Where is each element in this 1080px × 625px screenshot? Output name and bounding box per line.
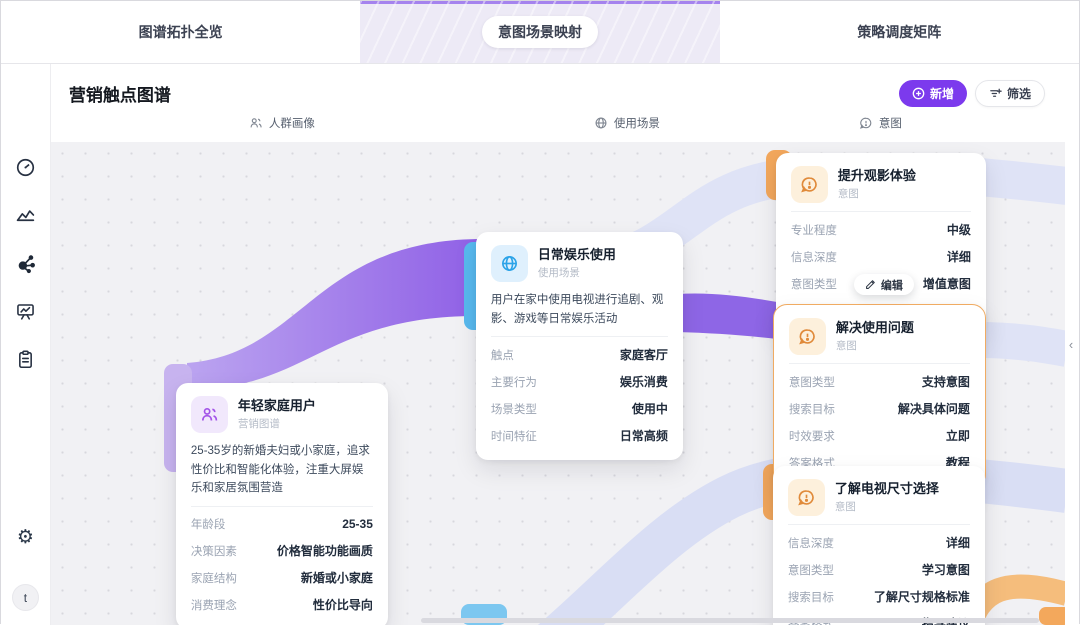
card-subtitle: 意图 <box>838 186 916 201</box>
field-row: 年龄段25-35 <box>191 511 373 537</box>
field-row: 时间特征日常高频 <box>491 422 668 449</box>
horizontal-scrollbar[interactable] <box>421 618 1039 623</box>
page-title: 营销触点图谱 <box>69 81 171 106</box>
card-title: 提升观影体验 <box>838 168 916 184</box>
field-row: 消费理念性价比导向 <box>191 591 373 618</box>
field-row: 触点家庭客厅 <box>491 341 668 368</box>
graph-canvas[interactable]: 年轻家庭用户 营销图谱 25-35岁的新婚夫妇或小家庭，追求性价比和智能化体验，… <box>51 142 1065 625</box>
main-panel: 营销触点图谱 新增 筛选 人群画像 <box>51 64 1063 625</box>
right-gutter: ‹ <box>1063 64 1079 625</box>
field-row: 信息深度详细 <box>788 529 970 556</box>
tab-intent-scene-mapping[interactable]: 意图场景映射 <box>360 1 719 63</box>
field-row: 搜索目标了解尺寸规格标准 <box>788 583 970 610</box>
filter-icon <box>989 87 1002 100</box>
users-icon <box>249 116 263 130</box>
edit-button[interactable]: 编辑 <box>854 274 914 295</box>
plus-circle-icon <box>912 87 925 100</box>
clipboard-icon[interactable] <box>8 342 42 376</box>
tab-label: 图谱拓扑全览 <box>139 22 223 42</box>
field-row: 家庭结构新婚或小家庭 <box>191 564 373 591</box>
globe-icon <box>594 116 608 130</box>
field-row: 意图类型支持意图 <box>789 368 970 395</box>
collapse-panel-arrow-icon[interactable]: ‹ <box>1067 332 1075 357</box>
gauge-icon[interactable] <box>8 150 42 184</box>
bottom-right-node-tab <box>1039 607 1065 625</box>
field-row: 时效要求立即 <box>789 422 970 449</box>
chat-bubble-icon <box>791 166 828 203</box>
left-sidebar: ⚙ t <box>1 64 51 625</box>
avatar[interactable]: t <box>12 584 39 611</box>
users-icon <box>191 396 228 433</box>
column-intent: 意图 <box>859 115 902 131</box>
card-title: 解决使用问题 <box>836 320 914 336</box>
column-scenario: 使用场景 <box>594 115 660 131</box>
field-row: 搜索目标解决具体问题 <box>789 395 970 422</box>
card-title: 了解电视尺寸选择 <box>835 481 939 497</box>
trend-chart-icon[interactable] <box>8 198 42 232</box>
network-graph-icon[interactable] <box>8 246 42 280</box>
field-row: 主要行为娱乐消费 <box>491 368 668 395</box>
tab-strategy-matrix[interactable]: 策略调度矩阵 <box>720 1 1079 63</box>
column-headers: 人群画像 使用场景 意图 <box>51 111 1063 141</box>
gear-icon[interactable]: ⚙ <box>8 520 42 554</box>
presentation-chart-icon[interactable] <box>8 294 42 328</box>
card-subtitle: 意图 <box>835 499 939 514</box>
tab-label: 意图场景映射 <box>482 16 598 48</box>
card-intent-size[interactable]: 了解电视尺寸选择 意图 信息深度详细 意图类型学习意图 搜索目标了解尺寸规格标准… <box>773 466 985 625</box>
field-row: 专业程度中级 <box>791 216 971 243</box>
card-subtitle: 意图 <box>836 338 914 353</box>
card-title: 日常娱乐使用 <box>538 247 616 263</box>
card-title: 年轻家庭用户 <box>238 398 316 414</box>
card-scenario[interactable]: 日常娱乐使用 使用场景 用户在家中使用电视进行追剧、观影、游戏等日常娱乐活动 触… <box>476 232 683 460</box>
edit-pencil-icon <box>865 279 876 290</box>
card-description: 25-35岁的新婚夫妇或小家庭，追求性价比和智能化体验，注重大屏娱乐和家居氛围营… <box>191 442 373 498</box>
app-window: 图谱拓扑全览 意图场景映射 策略调度矩阵 <box>0 0 1080 624</box>
card-subtitle: 使用场景 <box>538 265 616 280</box>
column-persona: 人群画像 <box>249 115 315 131</box>
field-row: 决策因素价格智能功能画质 <box>191 537 373 564</box>
add-button[interactable]: 新增 <box>899 80 967 107</box>
field-row: 场景类型使用中 <box>491 395 668 422</box>
top-tab-bar: 图谱拓扑全览 意图场景映射 策略调度矩阵 <box>1 1 1079 64</box>
chat-bubble-icon <box>788 479 825 516</box>
field-row: 信息深度详细 <box>791 243 971 270</box>
chat-bubble-icon <box>859 116 873 130</box>
tab-graph-topology[interactable]: 图谱拓扑全览 <box>1 1 360 63</box>
card-subtitle: 营销图谱 <box>238 416 316 431</box>
globe-icon <box>491 245 528 282</box>
card-description: 用户在家中使用电视进行追剧、观影、游戏等日常娱乐活动 <box>491 291 668 328</box>
chat-bubble-icon <box>789 318 826 355</box>
card-persona[interactable]: 年轻家庭用户 营销图谱 25-35岁的新婚夫妇或小家庭，追求性价比和智能化体验，… <box>176 383 388 625</box>
filter-button[interactable]: 筛选 <box>975 80 1045 107</box>
field-row: 意图类型学习意图 <box>788 556 970 583</box>
card-intent-problem[interactable]: 解决使用问题 意图 意图类型支持意图 搜索目标解决具体问题 时效要求立即 答案格… <box>773 304 986 488</box>
tab-label: 策略调度矩阵 <box>857 22 941 42</box>
